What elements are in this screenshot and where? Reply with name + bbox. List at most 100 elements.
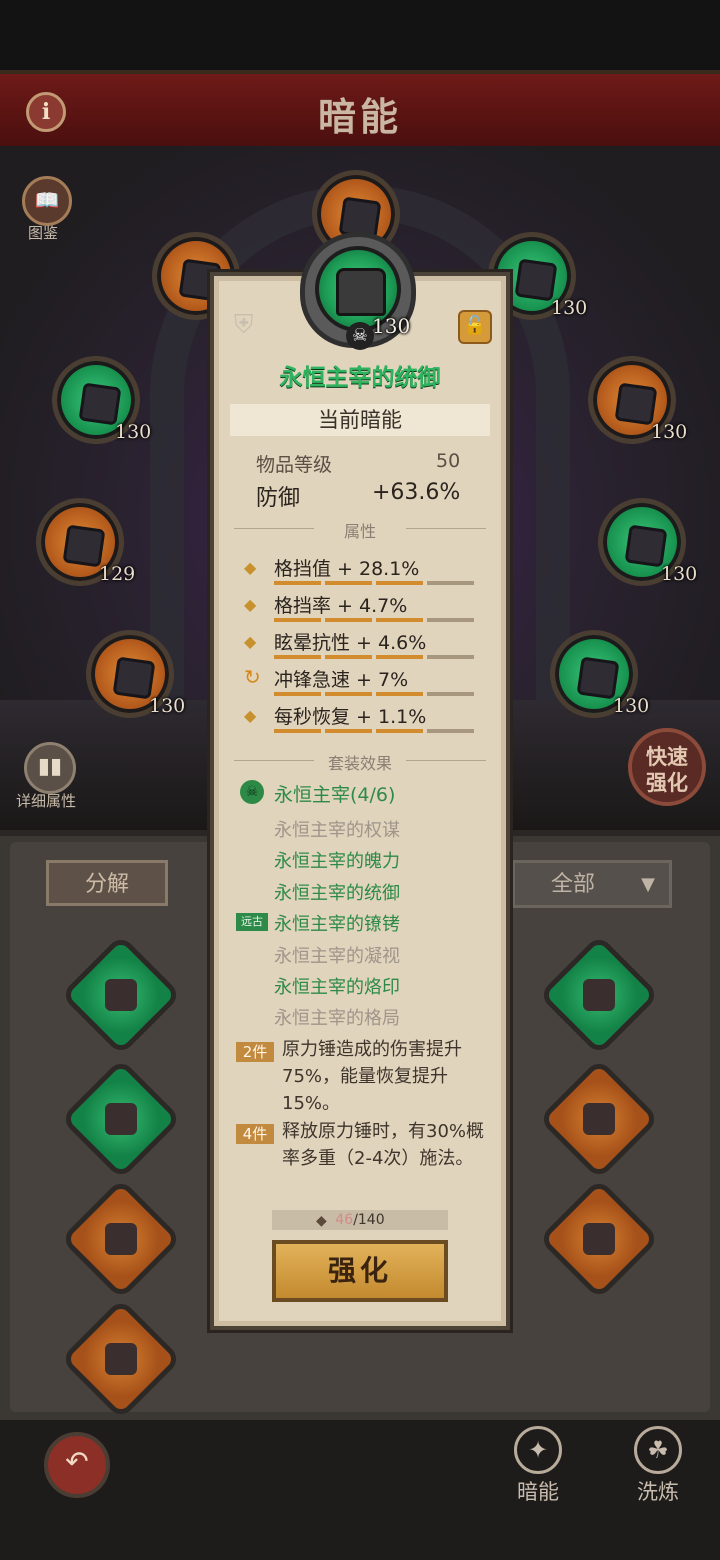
sword-emblem-icon: ✦ xyxy=(514,1426,562,1474)
set-effects-title: 套装效果 xyxy=(230,750,490,774)
bar-segment xyxy=(376,729,423,733)
disassemble-button[interactable]: 分解 xyxy=(46,860,168,906)
bar-segment xyxy=(427,618,474,622)
slot-level: 130 xyxy=(613,695,650,717)
ore-icon: ◆ xyxy=(316,1213,327,1229)
diamond-icon: ◆ xyxy=(244,558,257,577)
set-skull-icon: ☠ xyxy=(240,780,264,804)
attribute-roll-bar xyxy=(274,581,474,585)
slot-left-3[interactable]: 130 xyxy=(86,630,185,718)
bar-segment xyxy=(325,655,372,659)
bar-segment xyxy=(274,655,321,659)
triquetra-icon: ☘ xyxy=(634,1426,682,1474)
slot-level: 130 xyxy=(551,297,588,319)
main-stat-value: +63.6% xyxy=(372,480,461,505)
bar-segment xyxy=(274,729,321,733)
gear-icon xyxy=(105,1103,137,1135)
detail-stats-icon[interactable]: ▮▮ xyxy=(24,742,76,794)
gear-icon xyxy=(624,524,668,568)
attribute-text: 冲锋急速 + 7% xyxy=(274,669,409,691)
slot-left-1[interactable]: 130 xyxy=(52,356,151,444)
nav-refine[interactable]: ☘ 洗炼 xyxy=(628,1426,688,1506)
item-level-value: 50 xyxy=(436,450,461,472)
bonus-tag-2: 2件 xyxy=(236,1042,274,1062)
armor-type-icon: ⛨ xyxy=(234,310,254,340)
game-screen: 暗能 i 📖 图鉴 130 130 130 129 130 130 130 ▮▮… xyxy=(0,0,720,1560)
slot-level: 130 xyxy=(149,695,186,717)
material-max: /140 xyxy=(353,1212,385,1228)
nav-dark-energy-label: 暗能 xyxy=(517,1480,559,1504)
bar-segment xyxy=(427,581,474,585)
slot-level: 130 xyxy=(651,421,688,443)
attribute-roll-bar xyxy=(274,618,474,622)
slot-right-1[interactable]: 130 xyxy=(588,356,687,444)
back-button[interactable]: ↶ xyxy=(44,1432,110,1498)
attribute-row: ◆ 格挡值 + 28.1% xyxy=(244,554,484,590)
set-name: 永恒主宰(4/6) xyxy=(274,784,396,806)
gear-icon xyxy=(105,1223,137,1255)
info-button[interactable]: i xyxy=(26,92,66,132)
gear-icon xyxy=(583,1103,615,1135)
set-piece: 永恒主宰的烙印 xyxy=(274,977,400,998)
slot-right-3[interactable]: 130 xyxy=(550,630,649,718)
gear-icon xyxy=(105,1343,137,1375)
bar-segment xyxy=(427,729,474,733)
gear-icon xyxy=(514,258,558,302)
bar-segment xyxy=(325,618,372,622)
slot-level: 130 xyxy=(115,421,152,443)
status-strip xyxy=(0,0,720,70)
attribute-roll-bar xyxy=(274,655,474,659)
bar-segment xyxy=(376,618,423,622)
bar-segment xyxy=(325,692,372,696)
attribute-text: 每秒恢复 + 1.1% xyxy=(274,706,427,728)
set-piece: 永恒主宰的魄力 xyxy=(274,851,400,873)
gear-icon xyxy=(112,656,156,700)
swirl-icon: ↻ xyxy=(244,665,261,689)
bonus-text-2: 原力锤造成的伤害提升75%，能量恢复提升15%。 xyxy=(282,1039,462,1114)
chevron-down-icon: ▼ xyxy=(641,874,655,895)
gear-icon xyxy=(62,524,106,568)
codex-label: 图鉴 xyxy=(28,224,59,242)
bar-segment xyxy=(376,692,423,696)
quick-upgrade-label: 快速强化 xyxy=(646,745,688,795)
filter-dropdown[interactable]: 全部 ▼ xyxy=(512,860,672,908)
diamond-icon: ◆ xyxy=(244,706,257,725)
bonus-text-4: 释放原力锤时，有30%概率多重（2-4次）施法。 xyxy=(282,1121,485,1169)
slot-left-2[interactable]: 129 xyxy=(36,498,135,586)
bar-segment xyxy=(274,581,321,585)
slot-right-2[interactable]: 130 xyxy=(598,498,697,586)
set-piece: 永恒主宰的镣铐 xyxy=(274,914,400,936)
bar-segment xyxy=(325,729,372,733)
bonus-tag-4: 4件 xyxy=(236,1124,274,1144)
diamond-icon: ◆ xyxy=(244,632,257,651)
item-level-badge: 130 xyxy=(372,314,411,338)
unlock-icon[interactable]: 🔓 xyxy=(458,310,492,344)
bottom-nav xyxy=(0,1420,720,1560)
quick-upgrade-button[interactable]: 快速强化 xyxy=(628,728,706,806)
codex-icon[interactable]: 📖 xyxy=(22,176,72,226)
skull-icon: ☠ xyxy=(346,322,374,350)
material-current: 46 xyxy=(335,1212,354,1228)
attributes-title: 属性 xyxy=(230,518,490,542)
set-piece: 永恒主宰的统御 xyxy=(274,882,400,904)
item-level-label: 物品等级 xyxy=(256,454,333,476)
slot-level: 130 xyxy=(661,563,698,585)
gauntlet-icon xyxy=(336,268,386,316)
bar-segment xyxy=(274,692,321,696)
upgrade-label: 强化 xyxy=(327,1254,392,1287)
nav-dark-energy[interactable]: ✦ 暗能 xyxy=(508,1426,568,1506)
page-title: 暗能 xyxy=(317,95,402,139)
disassemble-label: 分解 xyxy=(84,872,129,897)
current-energy-tab: 当前暗能 xyxy=(230,404,490,436)
attribute-text: 格挡值 + 28.1% xyxy=(274,558,420,580)
nav-refine-label: 洗炼 xyxy=(637,1480,679,1504)
ancient-tag: 远古 xyxy=(236,913,268,931)
gear-icon xyxy=(78,382,122,426)
title-bar: 暗能 xyxy=(0,70,720,150)
attribute-row: ◆ 格挡率 + 4.7% xyxy=(244,591,484,627)
gear-icon xyxy=(105,979,137,1011)
gear-icon xyxy=(614,382,658,426)
upgrade-button[interactable]: 强化 xyxy=(272,1240,448,1302)
attribute-row: ◆ 眩晕抗性 + 4.6% xyxy=(244,628,484,664)
gear-icon xyxy=(583,979,615,1011)
